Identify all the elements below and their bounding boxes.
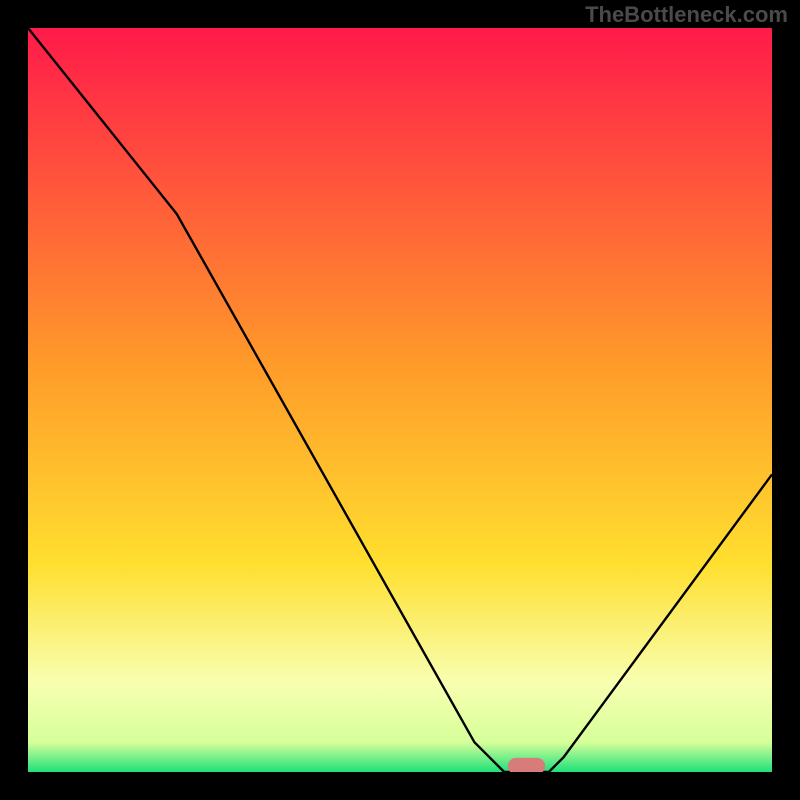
target-marker: [508, 758, 545, 772]
watermark-text: TheBottleneck.com: [585, 2, 788, 28]
chart-svg: [28, 28, 772, 772]
gradient-background: [28, 28, 772, 772]
chart-plot-area: [28, 28, 772, 772]
